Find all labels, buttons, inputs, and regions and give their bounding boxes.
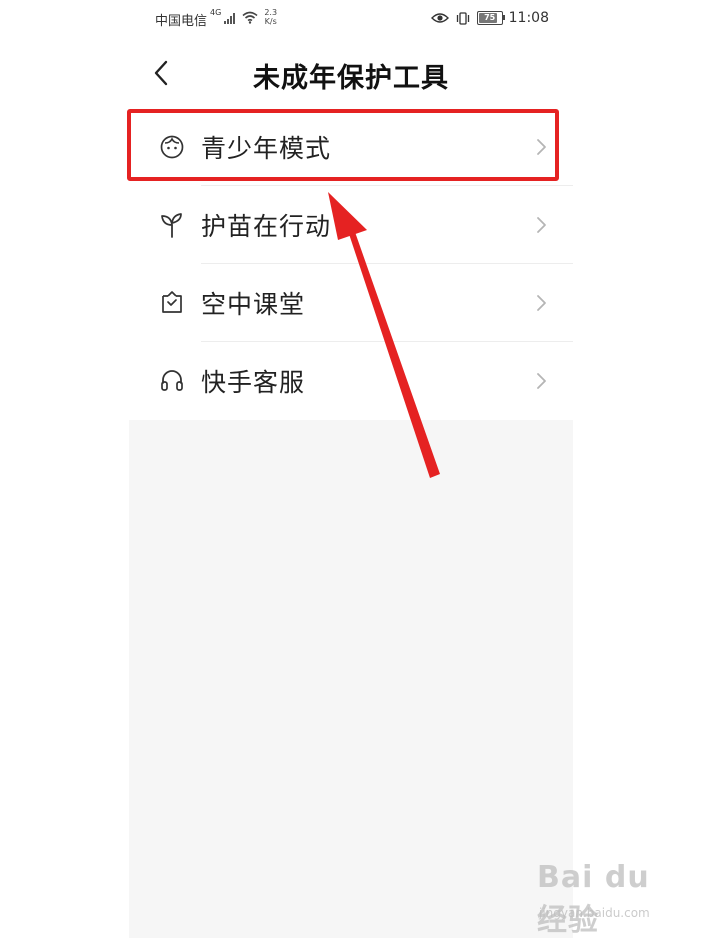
battery-level: 75 bbox=[484, 13, 496, 22]
signal-bars-icon bbox=[224, 12, 236, 24]
classroom-icon bbox=[162, 291, 182, 313]
speed-unit: K/s bbox=[264, 17, 277, 26]
battery-icon: 75 bbox=[476, 11, 505, 25]
menu-item-protect-seedlings[interactable]: 护苗在行动 bbox=[129, 186, 573, 264]
menu-item-label: 空中课堂 bbox=[201, 290, 306, 319]
watermark: Bai du 经验 jingyan.baidu.com bbox=[537, 860, 687, 938]
vibrate-icon bbox=[456, 11, 469, 25]
page-title: 未成年保护工具 bbox=[253, 63, 449, 94]
eye-comfort-icon bbox=[430, 13, 449, 23]
menu-item-label: 护苗在行动 bbox=[201, 212, 332, 241]
menu-item-customer-service[interactable]: 快手客服 bbox=[129, 342, 573, 420]
status-right: 75 11:08 bbox=[430, 10, 549, 26]
watermark-url: jingyan.baidu.com bbox=[539, 906, 650, 920]
status-left: 中国电信 4G 2.3 K/s bbox=[155, 8, 277, 29]
status-bar: 中国电信 4G 2.3 K/s 75 11:08 bbox=[129, 0, 573, 38]
headset-icon bbox=[161, 370, 183, 391]
wifi-icon bbox=[242, 11, 258, 24]
status-time: 11:08 bbox=[508, 10, 549, 26]
watermark-logo: Bai du 经验 bbox=[537, 860, 650, 938]
chevron-right-icon bbox=[537, 217, 546, 233]
network-type-label: 4G bbox=[210, 8, 222, 17]
menu-item-air-classroom[interactable]: 空中课堂 bbox=[129, 264, 573, 342]
page-header: 未成年保护工具 bbox=[129, 38, 573, 108]
menu-item-label: 快手客服 bbox=[201, 368, 306, 397]
carrier-name: 中国电信 bbox=[155, 14, 208, 29]
chevron-right-icon bbox=[537, 373, 546, 389]
speed-value: 2.3 bbox=[264, 8, 278, 17]
chevron-right-icon bbox=[537, 295, 546, 311]
network-speed: 2.3 K/s bbox=[264, 8, 277, 26]
highlight-box bbox=[127, 109, 559, 181]
sprout-icon bbox=[161, 213, 182, 238]
